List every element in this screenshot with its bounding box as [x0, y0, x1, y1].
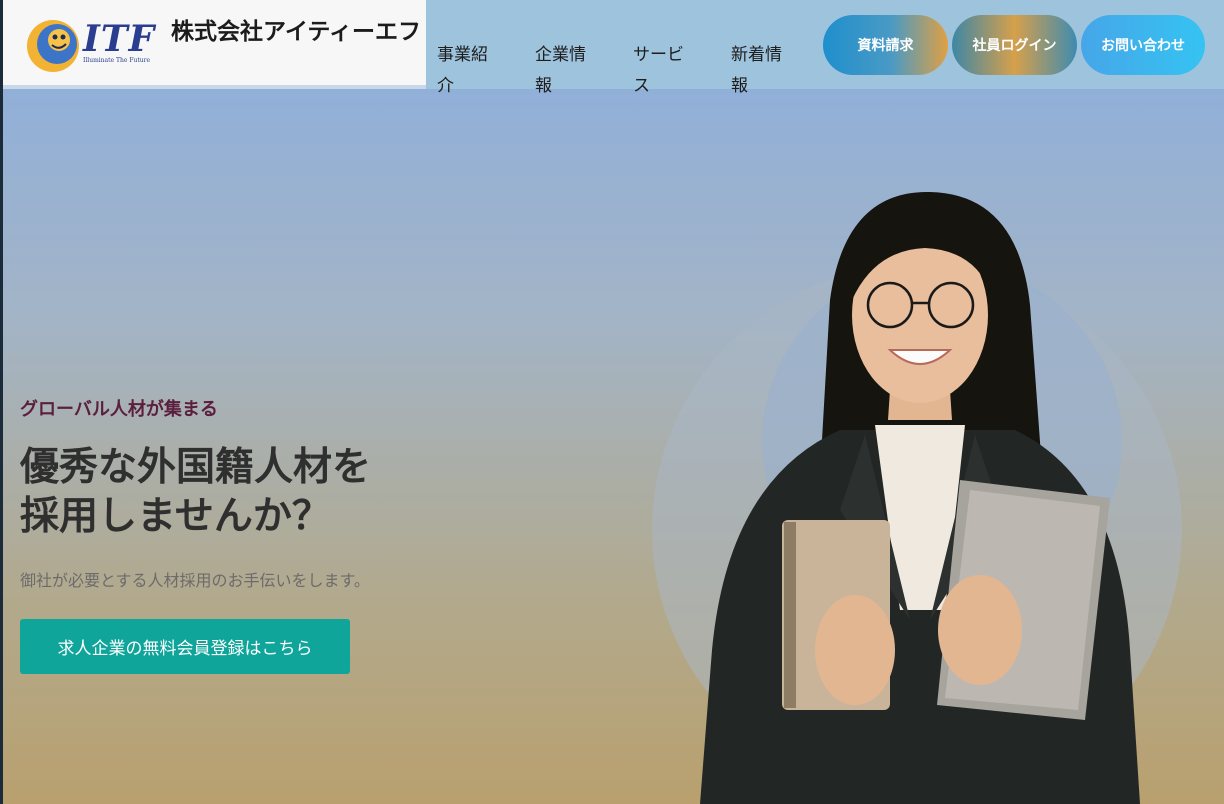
nav-item-business[interactable]: 事業紹介	[437, 40, 511, 102]
employee-login-button[interactable]: 社員ログイン	[952, 15, 1077, 75]
hero-subtext: 御社が必要とする人材採用のお手伝いをします。	[20, 571, 370, 590]
itf-logo-icon	[27, 20, 79, 72]
main-nav: 事業紹介 企業情報 サービス 新着情報	[437, 40, 829, 102]
logo-wordmark: ITF	[83, 18, 156, 60]
logo-tagline: Illuminate The Future	[83, 57, 151, 64]
site-header: ITF Illuminate The Future 株式会社アイティーエフ 事業…	[3, 0, 1224, 96]
nav-item-news[interactable]: 新着情報	[731, 40, 805, 102]
hero-eyebrow: グローバル人材が集まる	[20, 399, 218, 420]
hero-text: グローバル人材が集まる 優秀な外国籍人材を 採用しませんか？ 御社が必要とする人材…	[20, 395, 580, 591]
hero-person-illustration	[652, 191, 1182, 804]
left-edge-strip	[0, 0, 3, 804]
company-name[interactable]: 株式会社アイティーエフ	[171, 20, 421, 45]
request-docs-button[interactable]: 資料請求	[823, 15, 948, 75]
contact-button[interactable]: お問い合わせ	[1081, 15, 1205, 75]
logo-area[interactable]: ITF Illuminate The Future 株式会社アイティーエフ	[3, 0, 426, 89]
nav-item-company[interactable]: 企業情報	[535, 40, 609, 102]
hero-headline: 優秀な外国籍人材を 採用しませんか？	[20, 445, 372, 539]
free-registration-button[interactable]: 求人企業の無料会員登録はこちら	[20, 619, 350, 674]
nav-item-services[interactable]: サービス	[633, 40, 707, 102]
